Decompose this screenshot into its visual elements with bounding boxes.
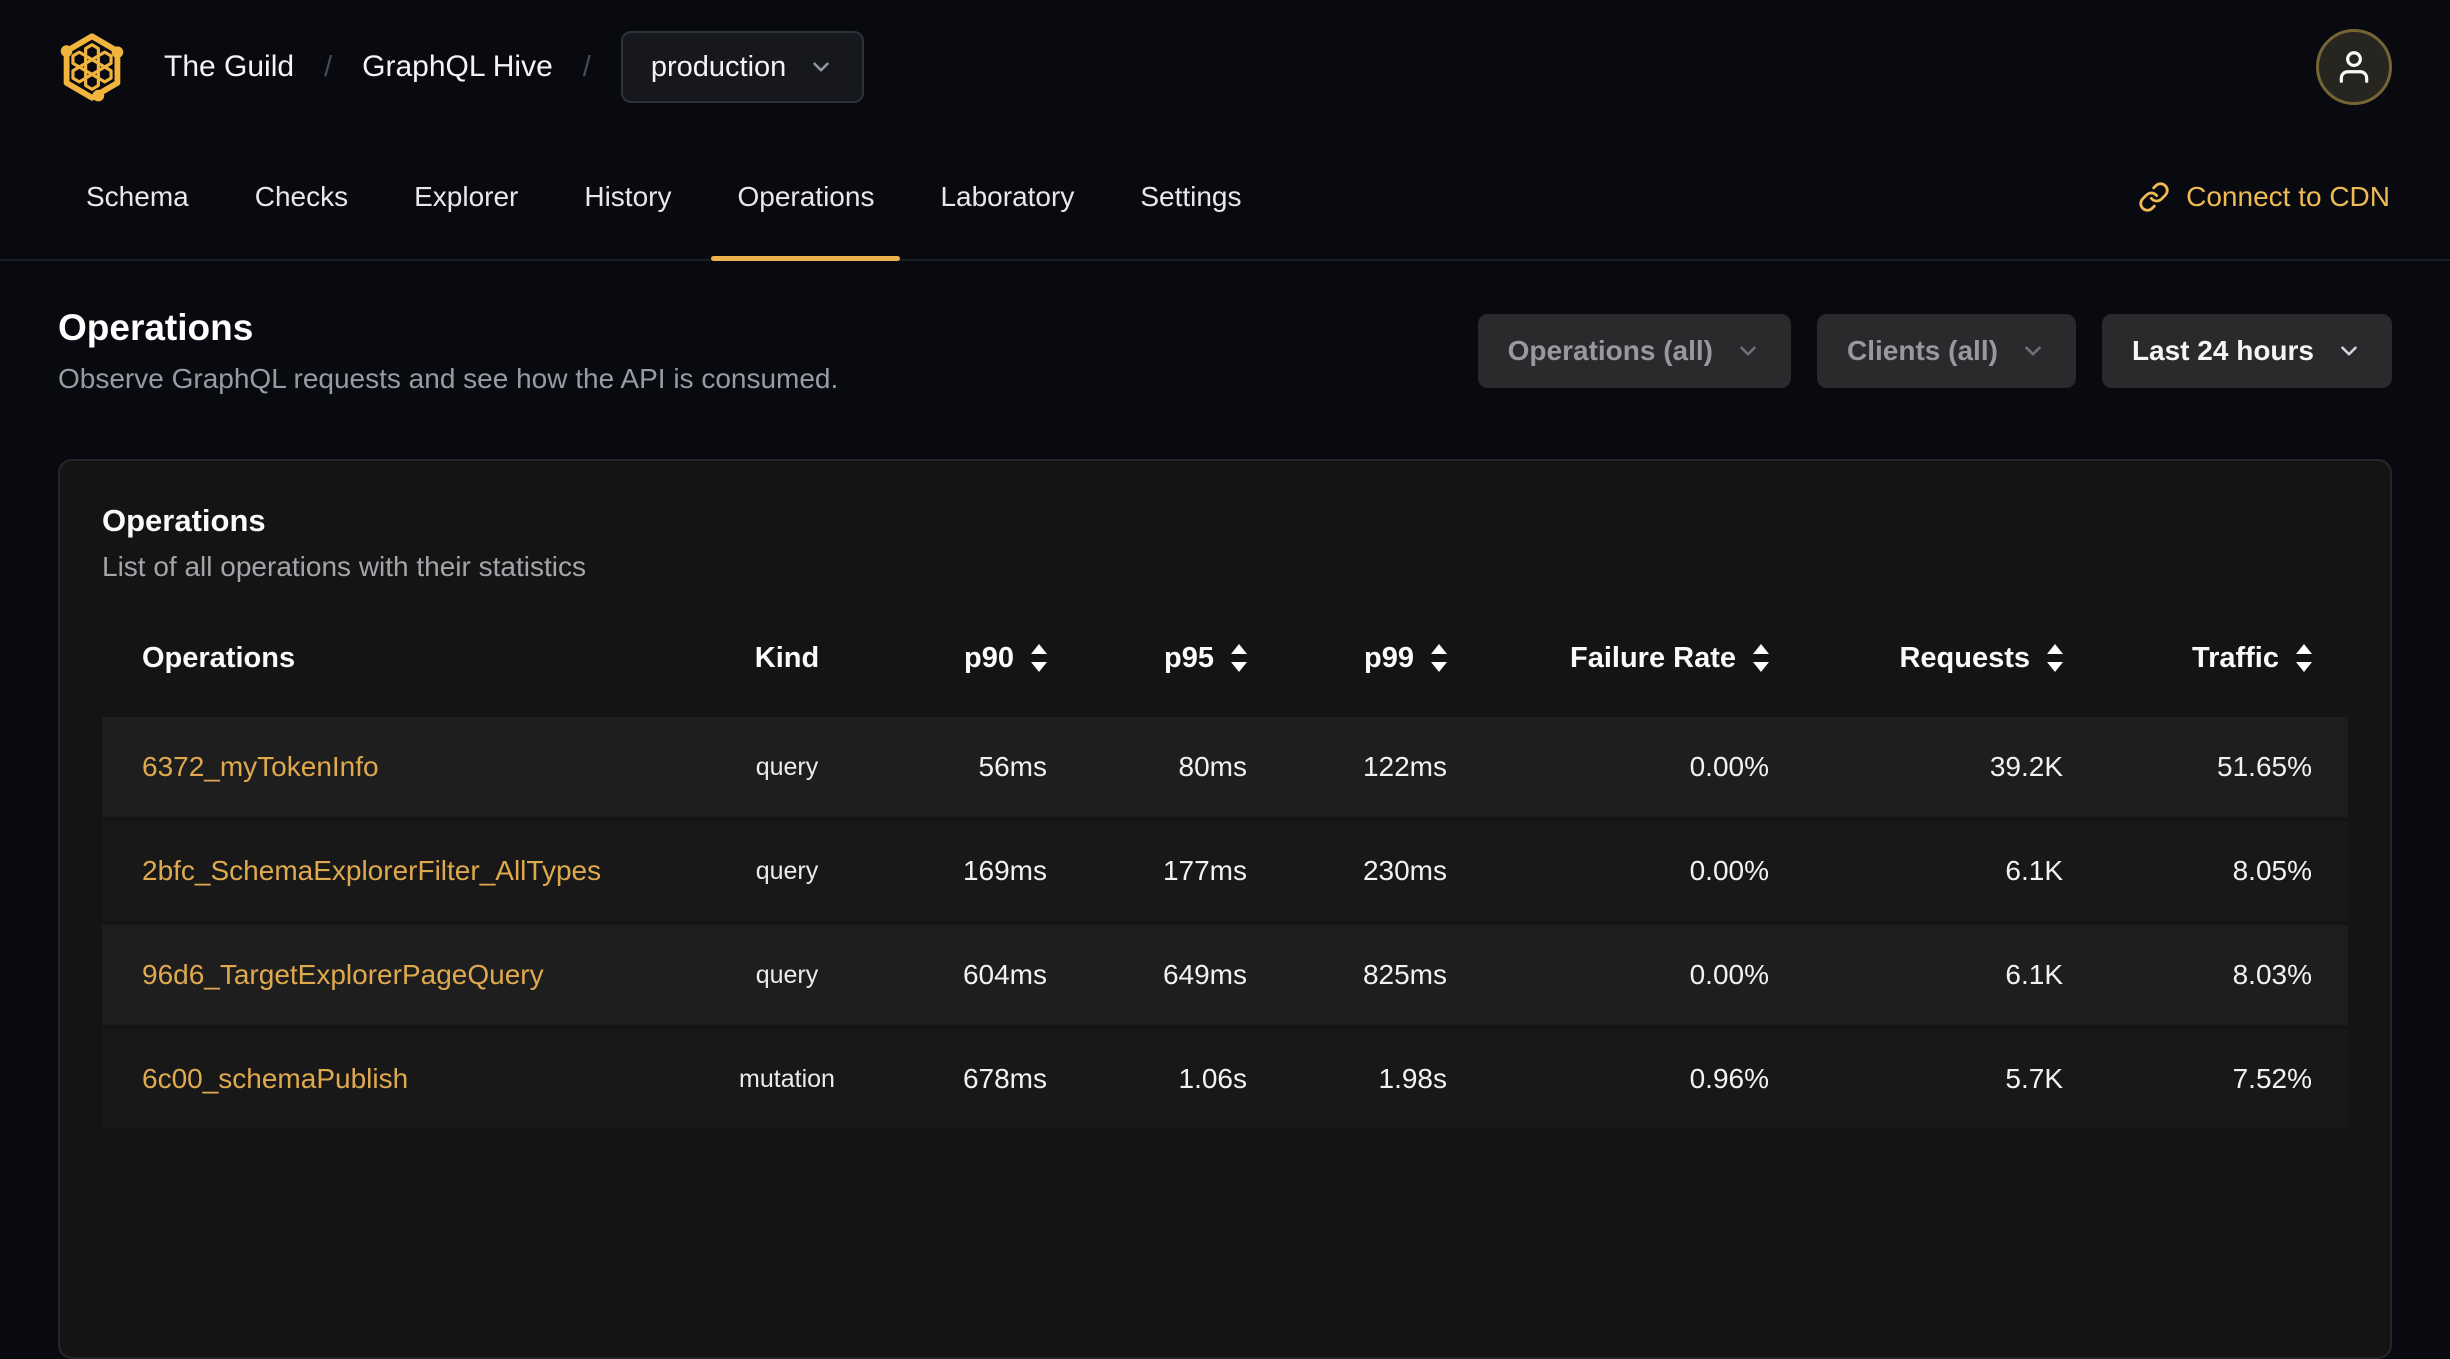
time-period-dropdown[interactable]: Last 24 hours (2101, 314, 2392, 388)
chevron-down-icon (2025, 346, 2041, 356)
operation-name-link[interactable]: 6c00_schemaPublish (102, 1063, 702, 1095)
tab-settings[interactable]: Settings (1114, 134, 1267, 259)
tab-history[interactable]: History (558, 134, 697, 259)
operation-kind: query (755, 960, 819, 989)
column-header-operations: Operations (142, 641, 296, 674)
table-body: 6372_myTokenInfo query 56ms 80ms 122ms 0… (102, 717, 2348, 1133)
operation-p90: 678ms (962, 1063, 1047, 1094)
card-title: Operations (102, 503, 266, 538)
operation-failure-rate: 0.00% (1689, 751, 1769, 782)
page-subtitle: Observe GraphQL requests and see how the… (58, 363, 839, 394)
app-header: The Guild / GraphQL Hive / production (0, 0, 2450, 134)
filter-bar: Operations (all) Clients (all) Last 24 h… (1477, 314, 2392, 388)
operation-failure-rate: 0.00% (1689, 959, 1769, 990)
sort-up-down-icon[interactable] (1431, 644, 1447, 672)
user-avatar-button[interactable] (2316, 29, 2392, 105)
operation-requests: 6.1K (2005, 855, 2063, 886)
table-header-row: Operations Kind p90 p95 p99 Failure Rate… (102, 619, 2348, 697)
column-header-kind: Kind (754, 641, 820, 674)
sort-up-down-icon[interactable] (2047, 644, 2063, 672)
target-selector-dropdown[interactable]: production (620, 31, 865, 103)
link-chain-icon (2139, 181, 2169, 212)
tab-laboratory[interactable]: Laboratory (914, 134, 1100, 259)
time-period-label: Last 24 hours (2131, 335, 2314, 366)
operation-traffic: 7.52% (2232, 1063, 2312, 1094)
clients-filter-label: Clients (all) (1847, 335, 1998, 366)
sort-up-down-icon[interactable] (2296, 644, 2312, 672)
operation-p95: 649ms (1162, 959, 1247, 990)
operation-failure-rate: 0.00% (1689, 855, 1769, 886)
operation-kind: query (755, 752, 819, 781)
operation-p90: 604ms (962, 959, 1047, 990)
operation-traffic: 8.05% (2232, 855, 2312, 886)
breadcrumb-org[interactable]: The Guild (164, 50, 294, 84)
operation-p99: 230ms (1362, 855, 1447, 886)
column-header-failure-rate[interactable]: Failure Rate (1447, 642, 1769, 675)
operation-traffic: 51.65% (2217, 751, 2312, 782)
table-row: 6372_myTokenInfo query 56ms 80ms 122ms 0… (102, 717, 2348, 821)
chevron-down-icon (1740, 346, 1756, 356)
table-row: 96d6_TargetExplorerPageQuery query 604ms… (102, 925, 2348, 1029)
page-title: Operations (58, 307, 254, 348)
operation-p90: 56ms (978, 751, 1047, 782)
operation-requests: 6.1K (2005, 959, 2063, 990)
operations-card: Operations List of all operations with t… (58, 459, 2392, 1359)
sort-up-down-icon[interactable] (1231, 644, 1247, 672)
user-person-icon (2339, 51, 2369, 83)
connect-to-cdn-label: Connect to CDN (2186, 180, 2390, 212)
operation-name-link[interactable]: 96d6_TargetExplorerPageQuery (102, 959, 702, 991)
table-row: 2bfc_SchemaExplorerFilter_AllTypes query… (102, 821, 2348, 925)
tab-operations[interactable]: Operations (711, 134, 901, 261)
operation-failure-rate: 0.96% (1689, 1063, 1769, 1094)
column-header-p99[interactable]: p99 (1247, 642, 1447, 675)
table-row: 6c00_schemaPublish mutation 678ms 1.06s … (102, 1029, 2348, 1133)
operation-kind: mutation (739, 1064, 835, 1093)
tab-explorer[interactable]: Explorer (388, 134, 544, 259)
chevron-down-icon (813, 62, 830, 72)
breadcrumb-separator: / (324, 50, 333, 83)
operation-p99: 1.98s (1378, 1063, 1448, 1094)
operations-table: Operations Kind p90 p95 p99 Failure Rate… (102, 619, 2348, 1133)
sort-up-down-icon[interactable] (1031, 644, 1047, 672)
operation-traffic: 8.03% (2232, 959, 2312, 990)
breadcrumb-project[interactable]: GraphQL Hive (362, 50, 553, 84)
column-header-p90[interactable]: p90 (872, 642, 1047, 675)
main-nav-tabs: Schema Checks Explorer History Operation… (0, 134, 2450, 261)
clients-filter-dropdown[interactable]: Clients (all) (1817, 314, 2076, 388)
operation-name-link[interactable]: 6372_myTokenInfo (102, 751, 702, 783)
page-title-block: Operations Observe GraphQL requests and … (58, 307, 838, 395)
column-header-requests[interactable]: Requests (1769, 642, 2063, 675)
breadcrumb-separator: / (582, 50, 591, 83)
guild-logo-icon[interactable] (58, 31, 126, 103)
operation-name-link[interactable]: 2bfc_SchemaExplorerFilter_AllTypes (102, 855, 702, 887)
column-header-traffic[interactable]: Traffic (2063, 642, 2312, 675)
operation-requests: 5.7K (2005, 1063, 2063, 1094)
chevron-down-icon (2341, 346, 2357, 356)
column-header-p95[interactable]: p95 (1047, 642, 1247, 675)
operation-p90: 169ms (962, 855, 1047, 886)
operation-requests: 39.2K (1989, 751, 2063, 782)
card-subtitle: List of all operations with their statis… (102, 551, 586, 582)
operation-p99: 825ms (1362, 959, 1447, 990)
main-content: Operations Observe GraphQL requests and … (0, 307, 2450, 1359)
operation-p95: 80ms (1178, 751, 1247, 782)
operations-filter-dropdown[interactable]: Operations (all) (1477, 314, 1792, 388)
operation-p95: 177ms (1162, 855, 1247, 886)
operation-kind: query (755, 856, 819, 885)
operation-p99: 122ms (1362, 751, 1447, 782)
sort-up-down-icon[interactable] (1753, 644, 1769, 672)
tab-checks[interactable]: Checks (229, 134, 374, 259)
operations-filter-label: Operations (all) (1507, 335, 1714, 366)
tab-schema[interactable]: Schema (60, 134, 215, 259)
connect-to-cdn-button[interactable]: Connect to CDN (2138, 181, 2390, 213)
target-selector-value: production (650, 50, 787, 83)
operation-p95: 1.06s (1178, 1063, 1248, 1094)
